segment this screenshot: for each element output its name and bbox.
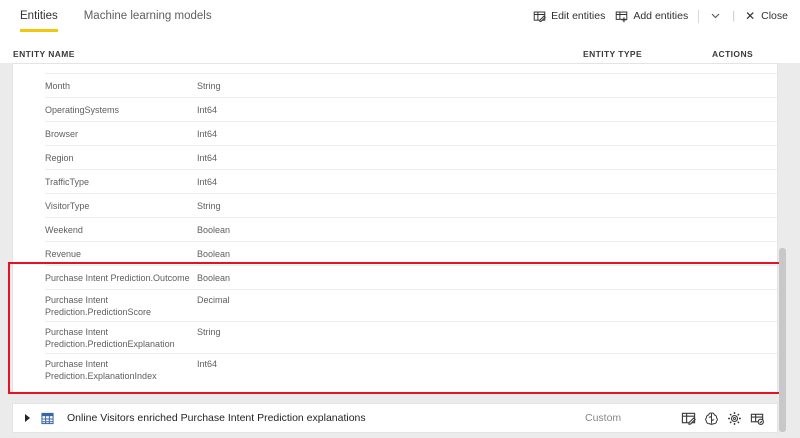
close-label: Close [761, 10, 788, 22]
add-entities-label: Add entities [633, 10, 688, 22]
add-entities-icon [615, 10, 628, 23]
field-type: Boolean [197, 225, 230, 235]
entities-editor: Entities Machine learning models Edit en… [0, 0, 800, 438]
expand-caret-icon[interactable] [25, 414, 30, 422]
field-row: RevenueBoolean [13, 242, 777, 266]
field-row: VisitorTypeString [13, 194, 777, 218]
settings-icon[interactable] [727, 411, 742, 426]
column-header-entity-type: ENTITY TYPE [583, 49, 642, 59]
column-header-row: ENTITY NAME ENTITY TYPE ACTIONS [0, 49, 800, 63]
add-entities-dropdown[interactable] [709, 10, 722, 22]
field-type: String [197, 81, 221, 91]
entity-title: Online Visitors enriched Purchase Intent… [67, 412, 366, 424]
field-name: Purchase IntentPrediction.PredictionScor… [45, 294, 197, 318]
field-type: Int64 [197, 105, 217, 115]
toolbar-separator: | [732, 10, 735, 22]
field-name: Purchase IntentPrediction.ExplanationInd… [45, 358, 197, 382]
entity-type-value: Custom [585, 412, 621, 424]
ai-insights-icon[interactable] [704, 411, 719, 426]
column-header-actions: ACTIONS [712, 49, 753, 59]
field-row: TrafficTypeInt64 [13, 170, 777, 194]
field-type: String [197, 326, 221, 338]
field-name: TrafficType [45, 177, 197, 187]
fields-panel: MonthStringOperatingSystemsInt64BrowserI… [12, 63, 778, 393]
field-row: BrowserInt64 [13, 122, 777, 146]
clipped-row [13, 64, 777, 74]
add-entities-button[interactable]: Add entities [615, 10, 688, 23]
field-type: Int64 [197, 153, 217, 163]
field-name: Purchase Intent Prediction.Outcome [45, 273, 197, 283]
field-type: Int64 [197, 129, 217, 139]
edit-entities-label: Edit entities [551, 10, 605, 22]
table-icon [41, 412, 54, 425]
toolbar: Edit entities Add entities [533, 9, 788, 23]
field-type: Int64 [197, 177, 217, 187]
field-name: Weekend [45, 225, 197, 235]
scrollbar-thumb[interactable] [779, 248, 786, 432]
field-type: String [197, 201, 221, 211]
close-icon: ✕ [745, 9, 755, 23]
column-header-entity-name: ENTITY NAME [13, 49, 75, 59]
field-row: Purchase Intent Prediction.OutcomeBoolea… [13, 266, 777, 290]
field-row: MonthString [13, 74, 777, 98]
field-name: OperatingSystems [45, 105, 197, 115]
field-row: Purchase IntentPrediction.PredictionExpl… [13, 322, 777, 354]
field-row: OperatingSystemsInt64 [13, 98, 777, 122]
field-type: Int64 [197, 358, 217, 370]
field-name: Revenue [45, 249, 197, 259]
field-row: Purchase IntentPrediction.PredictionScor… [13, 290, 777, 322]
tab-strip: Entities Machine learning models [20, 10, 212, 32]
edit-entities-icon [533, 10, 546, 23]
field-type: Decimal [197, 294, 230, 306]
edit-entity-icon[interactable] [681, 411, 696, 426]
edit-entities-button[interactable]: Edit entities [533, 10, 605, 23]
field-type: Boolean [197, 249, 230, 259]
entity-row[interactable]: Online Visitors enriched Purchase Intent… [12, 403, 778, 433]
top-bar: Entities Machine learning models Edit en… [0, 0, 800, 44]
field-type: Boolean [197, 273, 230, 283]
incremental-refresh-icon[interactable] [750, 411, 765, 426]
field-row: WeekendBoolean [13, 218, 777, 242]
field-name: Region [45, 153, 197, 163]
close-button[interactable]: ✕ Close [745, 9, 788, 23]
field-row: RegionInt64 [13, 146, 777, 170]
field-name: VisitorType [45, 201, 197, 211]
field-row: Purchase IntentPrediction.ExplanationInd… [13, 354, 777, 386]
split-button-divider [698, 10, 699, 23]
chevron-down-icon [711, 10, 720, 22]
tab-entities[interactable]: Entities [20, 10, 58, 32]
field-name: Browser [45, 129, 197, 139]
tab-machine-learning-models[interactable]: Machine learning models [84, 10, 212, 32]
field-rows: MonthStringOperatingSystemsInt64BrowserI… [13, 74, 777, 386]
field-name: Month [45, 81, 197, 91]
entity-actions [681, 411, 765, 426]
field-name: Purchase IntentPrediction.PredictionExpl… [45, 326, 197, 350]
